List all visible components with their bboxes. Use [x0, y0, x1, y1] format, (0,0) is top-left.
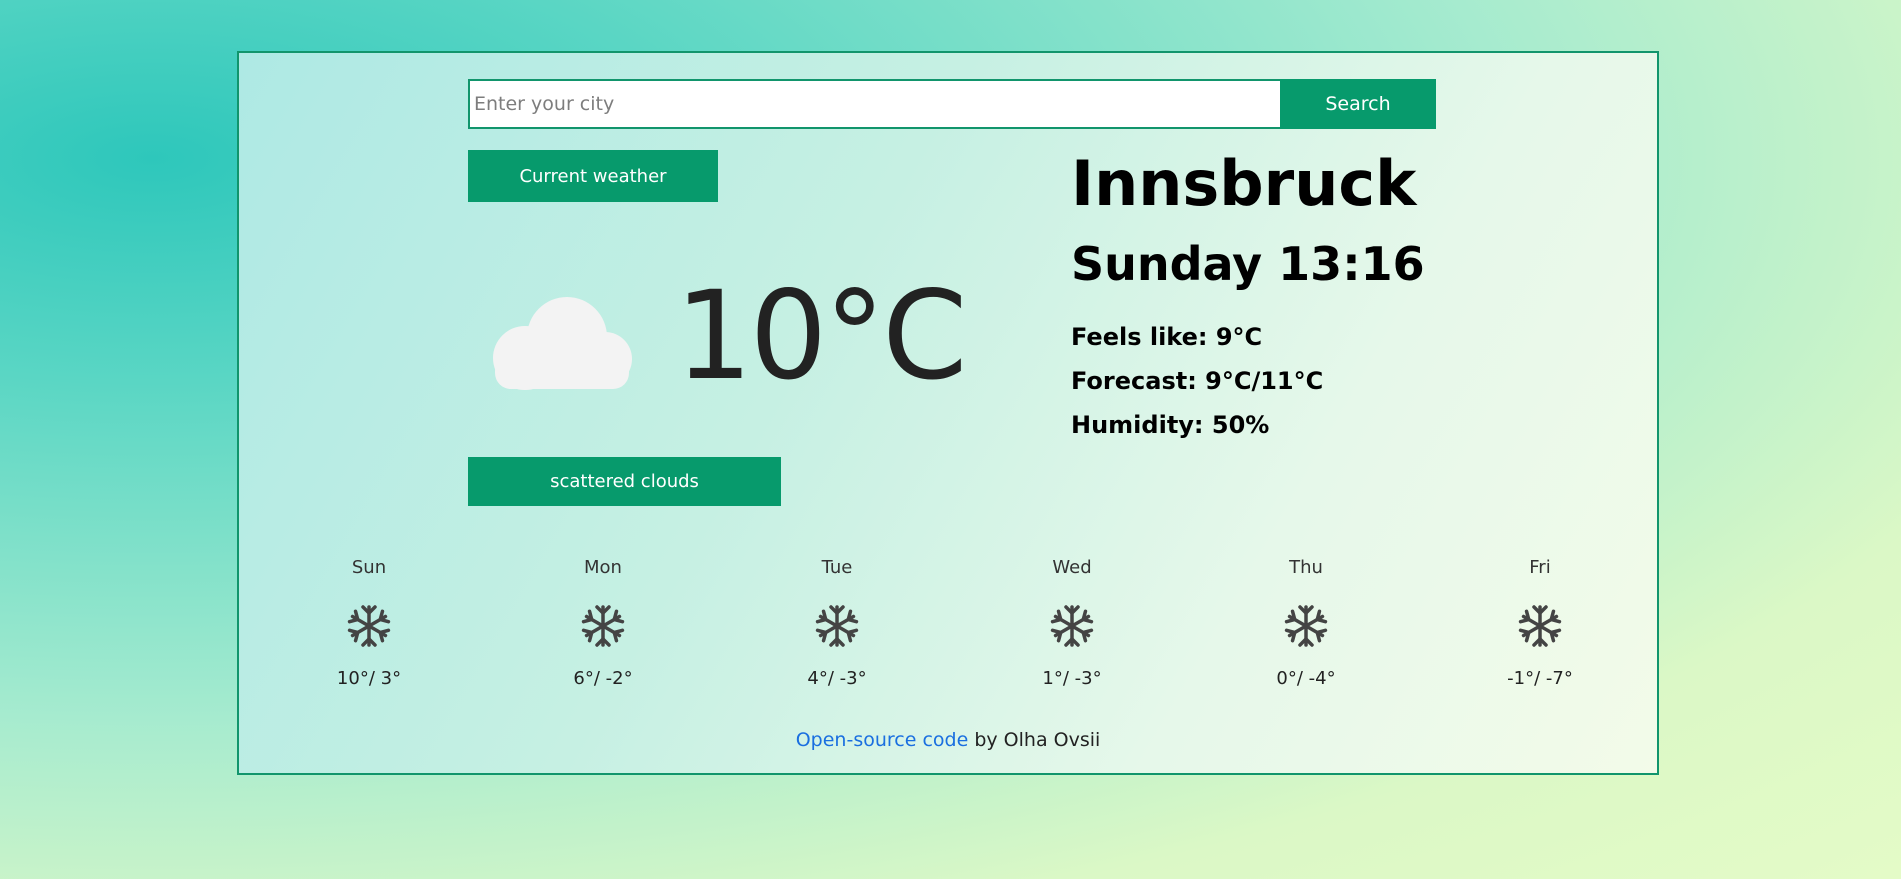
forecast-day-temps: -1°/ -7°: [1507, 668, 1573, 689]
feels-like: Feels like: 9°C: [1071, 323, 1263, 351]
forecast-day-name: Tue: [821, 557, 853, 578]
forecast-day: Fri -1°/ -7°: [1460, 557, 1620, 689]
forecast-day: Thu 0°/ -4°: [1226, 557, 1386, 689]
current-temperature: 10°C: [675, 265, 967, 407]
forecast-day-name: Wed: [1052, 557, 1092, 578]
snowflake-icon: [347, 605, 391, 647]
daily-forecast: Sun 10°/ 3° Mon 6°/ -2° Tue 4°/ -3° Wed …: [239, 557, 1657, 697]
forecast-day-name: Mon: [584, 557, 622, 578]
forecast-day: Tue 4°/ -3°: [757, 557, 917, 689]
city-name: Innsbruck: [1071, 147, 1417, 220]
snowflake-icon: [1050, 605, 1094, 647]
forecast-day-name: Fri: [1529, 557, 1551, 578]
search-form: Search: [468, 79, 1436, 129]
forecast-day-temps: 6°/ -2°: [573, 668, 633, 689]
city-search-input[interactable]: [468, 79, 1280, 129]
forecast-day-temps: 4°/ -3°: [807, 668, 867, 689]
forecast-day-name: Thu: [1289, 557, 1323, 578]
forecast-day-temps: 0°/ -4°: [1276, 668, 1336, 689]
current-weather-button[interactable]: Current weather: [468, 150, 718, 202]
cloud-icon: [493, 297, 632, 390]
weather-card: Search Current weather 10°C scattered cl…: [237, 51, 1659, 775]
snowflake-icon: [1284, 605, 1328, 647]
forecast-day: Mon 6°/ -2°: [523, 557, 683, 689]
open-source-link[interactable]: Open-source code: [796, 729, 969, 751]
date-time: Sunday 13:16: [1071, 237, 1425, 291]
weather-description: scattered clouds: [468, 457, 781, 506]
snowflake-icon: [1518, 605, 1562, 647]
snowflake-icon: [581, 605, 625, 647]
snowflake-icon: [815, 605, 859, 647]
forecast-range: Forecast: 9°C/11°C: [1071, 367, 1324, 395]
humidity: Humidity: 50%: [1071, 411, 1270, 439]
forecast-day-temps: 1°/ -3°: [1042, 668, 1102, 689]
footer: Open-source code by Olha Ovsii: [239, 729, 1657, 751]
forecast-day: Wed 1°/ -3°: [992, 557, 1152, 689]
footer-author: by Olha Ovsii: [968, 729, 1101, 751]
forecast-day-temps: 10°/ 3°: [336, 668, 402, 689]
forecast-day-name: Sun: [351, 557, 387, 578]
forecast-day: Sun 10°/ 3°: [289, 557, 449, 689]
search-button[interactable]: Search: [1280, 79, 1436, 129]
